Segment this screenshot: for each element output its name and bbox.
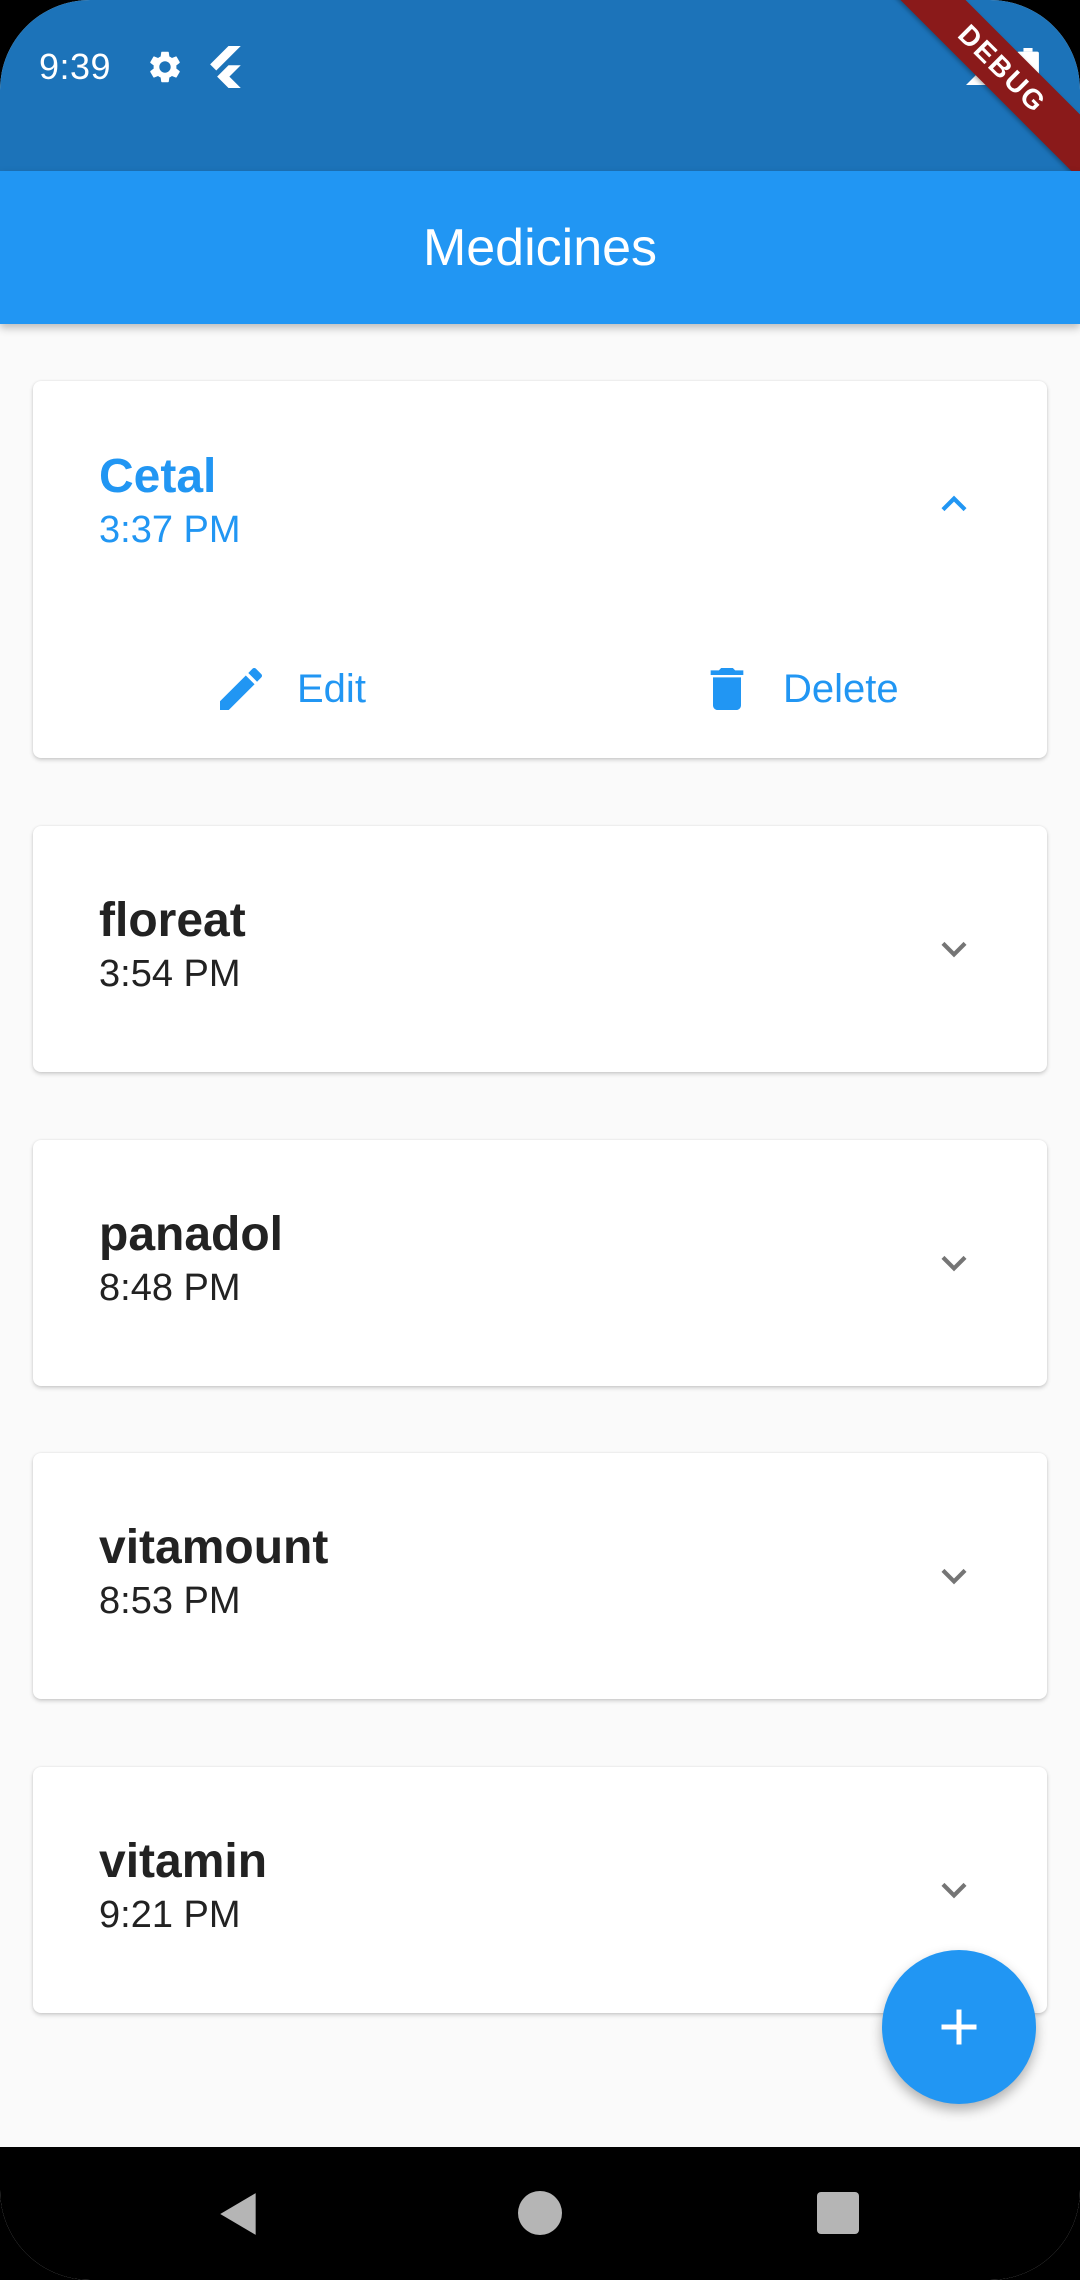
medicine-time: 3:37 PM bbox=[99, 509, 241, 551]
chevron-down-icon[interactable] bbox=[929, 1238, 979, 1288]
plus-icon bbox=[941, 2009, 977, 2045]
medicine-card[interactable]: vitamount 8:53 PM bbox=[33, 1453, 1047, 1699]
medicine-time: 3:54 PM bbox=[99, 953, 241, 995]
medicine-card[interactable]: Cetal 3:37 PM Edit Delete bbox=[33, 381, 1047, 758]
medicine-card[interactable]: floreat 3:54 PM bbox=[33, 826, 1047, 1072]
chevron-down-icon[interactable] bbox=[929, 1865, 979, 1915]
delete-label: Delete bbox=[783, 666, 899, 711]
medicine-time: 9:21 PM bbox=[99, 1894, 241, 1936]
status-bar: 9:39 DEBUG bbox=[0, 0, 1080, 185]
recents-icon[interactable] bbox=[817, 2192, 859, 2234]
medicine-name: vitamount bbox=[99, 1521, 329, 1574]
edit-button[interactable]: Edit bbox=[213, 661, 366, 717]
chevron-down-icon[interactable] bbox=[929, 1551, 979, 1601]
chevron-up-icon[interactable] bbox=[929, 479, 979, 529]
system-nav-bar bbox=[0, 2147, 1080, 2280]
delete-button[interactable]: Delete bbox=[699, 661, 899, 717]
medicine-name: Cetal bbox=[99, 450, 217, 503]
home-icon[interactable] bbox=[518, 2191, 562, 2235]
back-icon[interactable] bbox=[214, 2189, 264, 2239]
chevron-down-icon[interactable] bbox=[929, 924, 979, 974]
medicine-time: 8:48 PM bbox=[99, 1267, 241, 1309]
app-bar: Medicines bbox=[0, 171, 1080, 324]
flutter-icon bbox=[210, 46, 241, 88]
medicine-card[interactable]: vitamin 9:21 PM bbox=[33, 1767, 1047, 2013]
edit-label: Edit bbox=[297, 666, 366, 711]
medicine-card[interactable]: panadol 8:48 PM bbox=[33, 1140, 1047, 1386]
page-title: Medicines bbox=[422, 218, 658, 277]
add-medicine-button[interactable] bbox=[882, 1950, 1036, 2104]
pencil-icon bbox=[220, 667, 263, 710]
trash-icon bbox=[710, 668, 744, 710]
device-screen: 9:39 DEBUG Medicines Cetal 3:37 PM Edit … bbox=[0, 0, 1080, 2280]
medicine-time: 8:53 PM bbox=[99, 1580, 241, 1622]
medicine-name: floreat bbox=[99, 894, 246, 947]
gear-icon bbox=[150, 51, 180, 83]
debug-banner: DEBUG bbox=[886, 0, 1080, 185]
medicine-name: panadol bbox=[99, 1208, 284, 1261]
status-time: 9:39 bbox=[39, 46, 112, 87]
medicine-name: vitamin bbox=[99, 1835, 268, 1888]
